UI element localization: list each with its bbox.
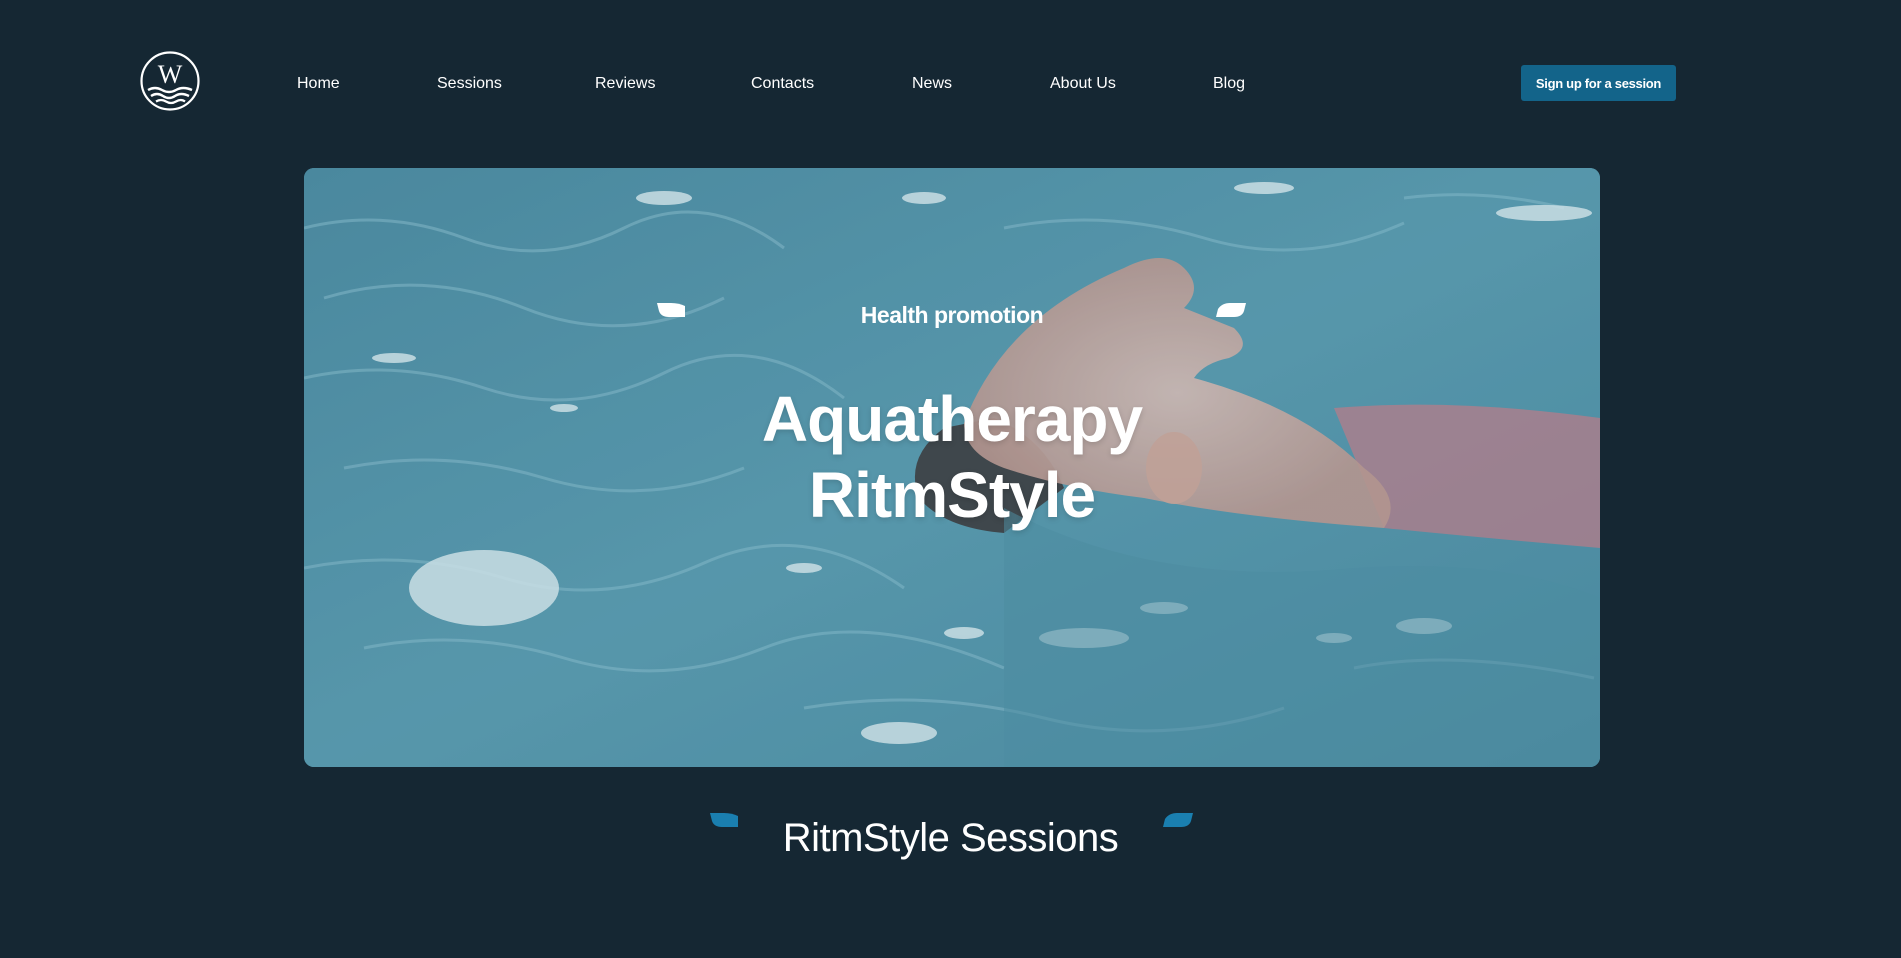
comma-quote-icon bbox=[1163, 813, 1193, 827]
nav-about-us[interactable]: About Us bbox=[1050, 72, 1116, 96]
sessions-heading: RitmStyle Sessions bbox=[782, 816, 1119, 860]
sign-up-button[interactable]: Sign up for a session bbox=[1521, 65, 1676, 101]
hero-banner: Health promotion Aquatherapy RitmStyle bbox=[304, 168, 1600, 767]
nav-sessions[interactable]: Sessions bbox=[437, 72, 502, 96]
nav-home[interactable]: Home bbox=[297, 72, 340, 96]
nav-contacts[interactable]: Contacts bbox=[751, 72, 814, 96]
nav-blog[interactable]: Blog bbox=[1213, 72, 1245, 96]
page: W Home Sessions Reviews Contacts News Ab… bbox=[0, 0, 1901, 958]
hero-eyebrow: Health promotion bbox=[860, 302, 1044, 328]
nav-reviews[interactable]: Reviews bbox=[595, 72, 655, 96]
hero-title-line-2: RitmStyle bbox=[808, 459, 1096, 531]
nav-news[interactable]: News bbox=[912, 72, 952, 96]
hero-title-line-1: Aquatherapy bbox=[761, 383, 1143, 455]
hero-title: Aquatherapy RitmStyle bbox=[304, 381, 1600, 533]
comma-quote-icon bbox=[1216, 303, 1246, 317]
